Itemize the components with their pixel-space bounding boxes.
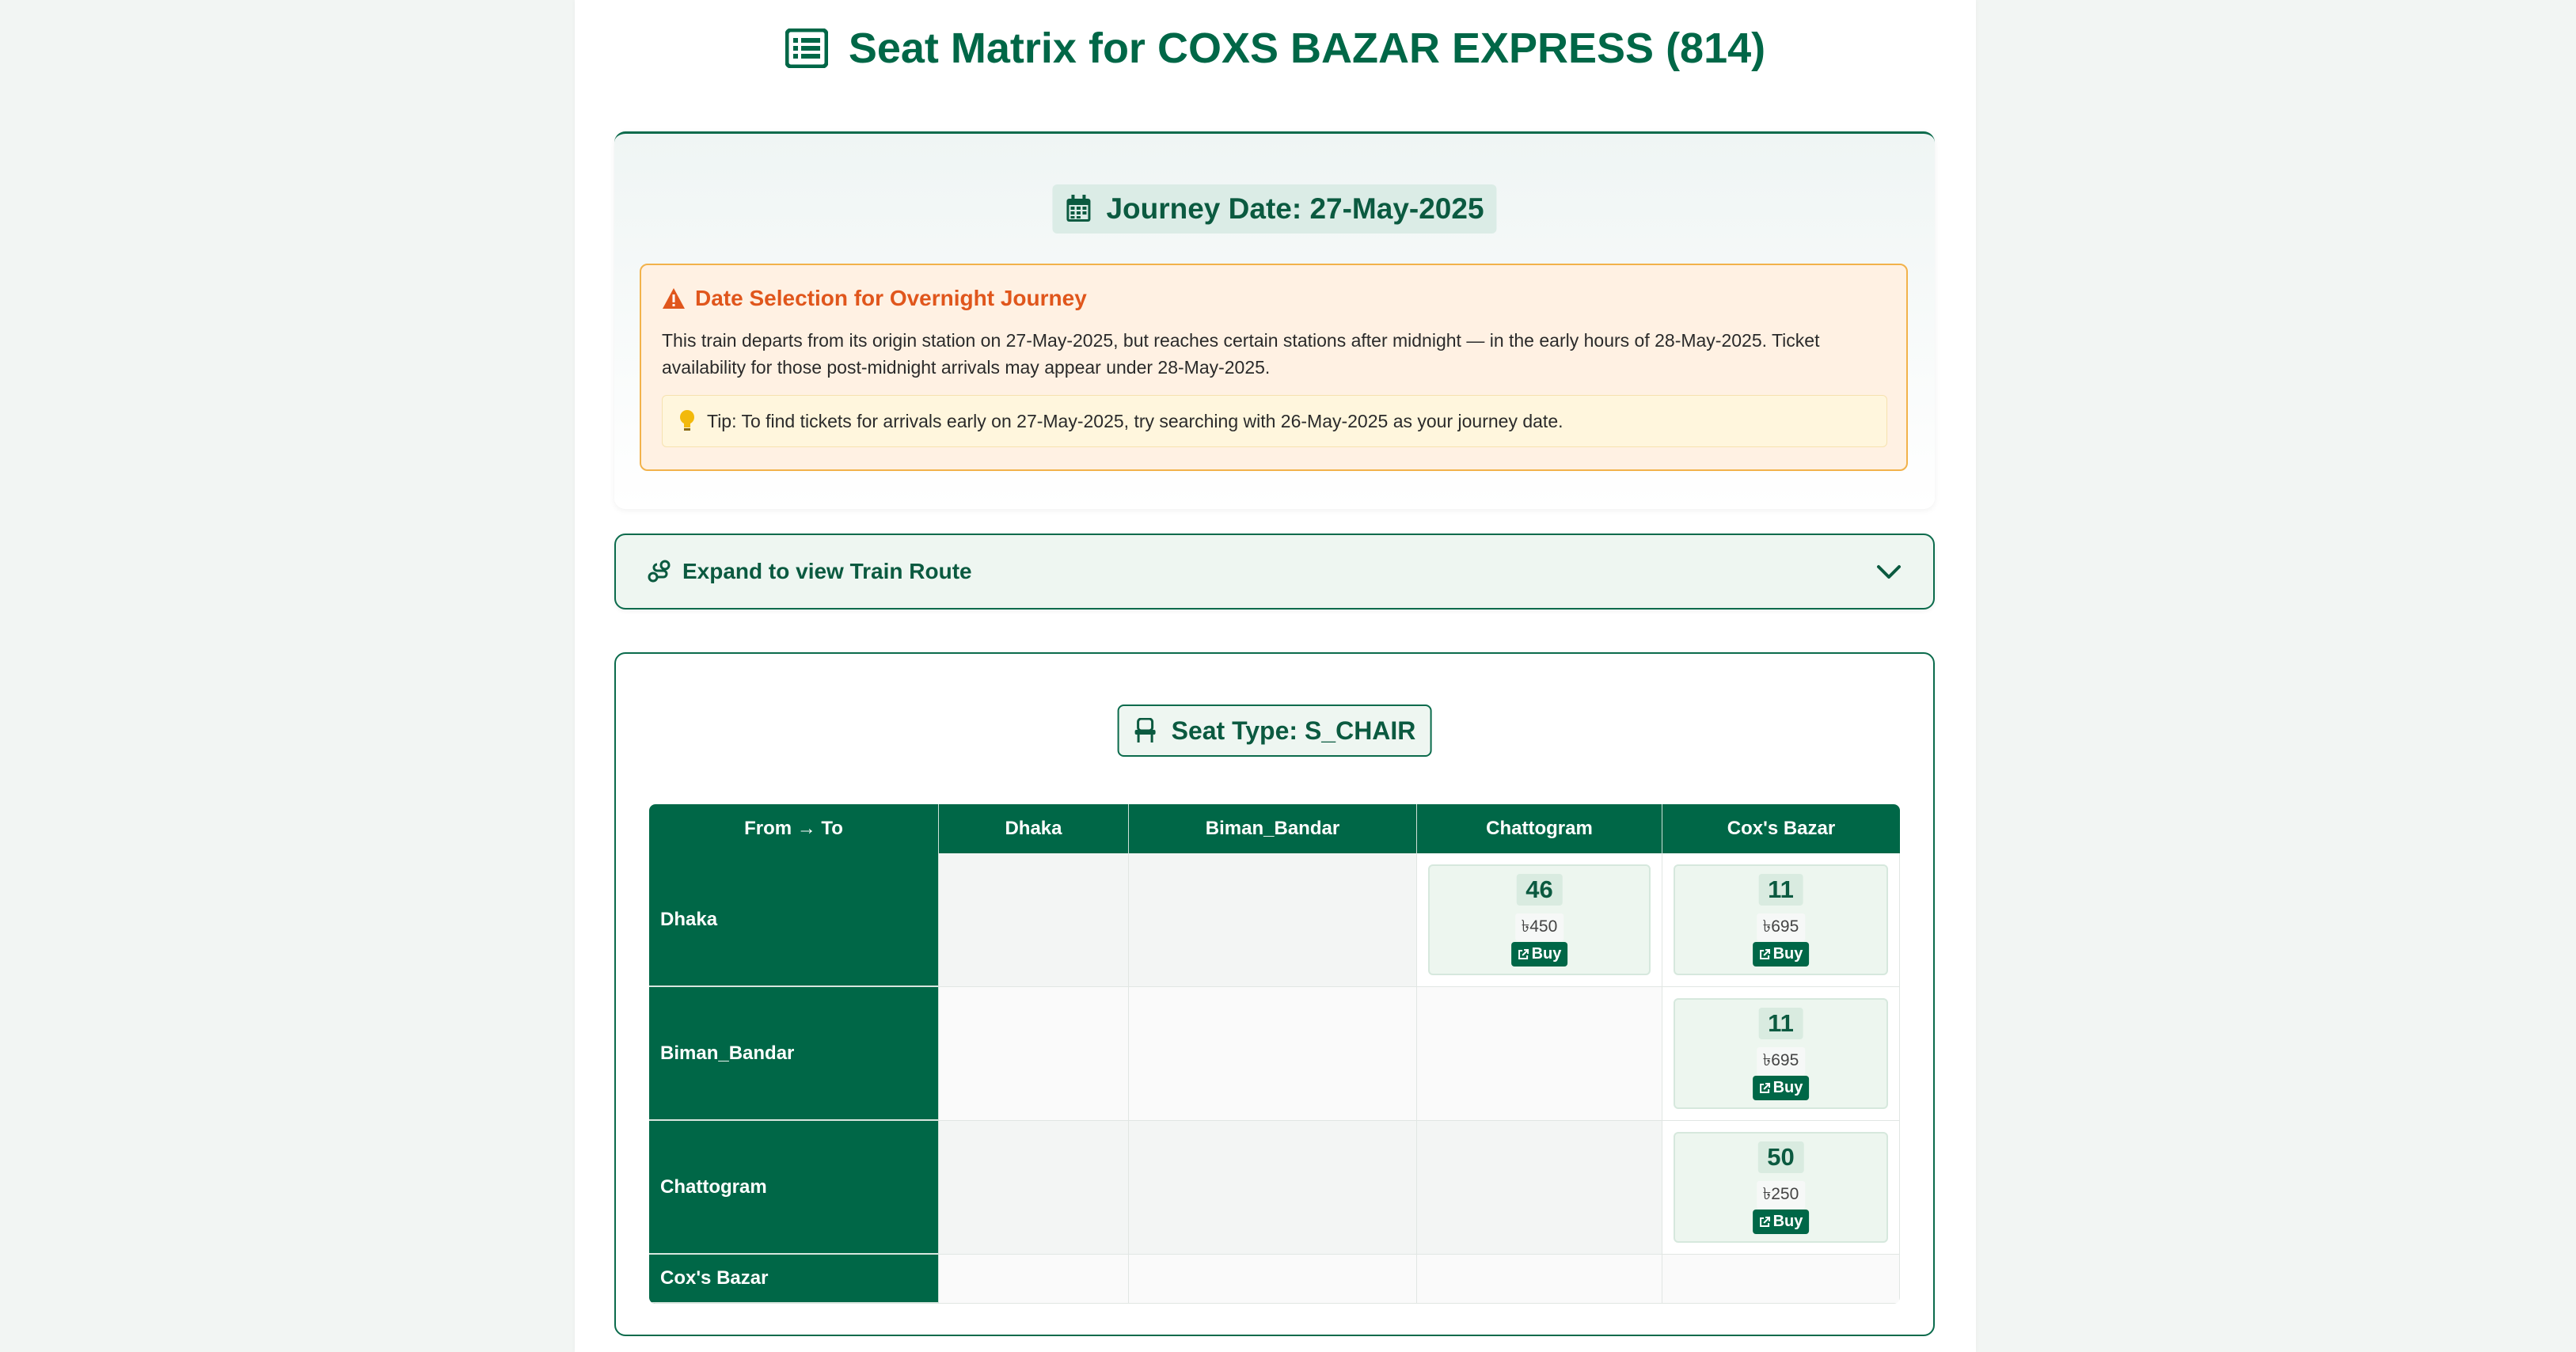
buy-button[interactable]: Buy xyxy=(1752,1076,1810,1100)
buy-label: Buy xyxy=(1531,945,1562,963)
empty-cell xyxy=(939,1121,1129,1255)
expand-route-label: Expand to view Train Route xyxy=(682,559,972,583)
seat-count: 11 xyxy=(1758,1008,1803,1039)
buy-label: Buy xyxy=(1772,1213,1803,1230)
external-link-icon xyxy=(1759,1216,1770,1227)
seat-cell-container: 50 ৳250 Buy xyxy=(1662,1121,1900,1255)
empty-cell xyxy=(1662,1255,1900,1304)
journey-date-text: Journey Date: 27-May-2025 xyxy=(1106,192,1484,225)
table-row: Biman_Bandar 11 ৳695 Buy xyxy=(649,987,1900,1121)
seat-fare: ৳695 xyxy=(1756,1047,1806,1075)
warning-triangle-icon xyxy=(663,288,685,309)
buy-button[interactable]: Buy xyxy=(1752,1210,1810,1234)
external-link-icon xyxy=(1759,1082,1770,1093)
empty-cell xyxy=(939,853,1129,987)
seat-availability-cell: 11 ৳695 Buy xyxy=(1674,864,1888,975)
empty-cell xyxy=(1129,853,1417,987)
seat-matrix-card: Seat Type: S_CHAIR From → To Dhaka Biman… xyxy=(614,652,1935,1336)
empty-cell xyxy=(1417,1121,1662,1255)
empty-cell xyxy=(1417,1255,1662,1304)
chevron-down-icon xyxy=(1877,565,1901,579)
seat-availability-cell: 46 ৳450 Buy xyxy=(1428,864,1651,975)
seat-cell-container: 46 ৳450 Buy xyxy=(1417,853,1662,987)
page-title-text: Seat Matrix for COXS BAZAR EXPRESS (814) xyxy=(848,25,1766,72)
column-header: Cox's Bazar xyxy=(1662,804,1900,853)
row-header: Dhaka xyxy=(649,853,939,987)
seat-fare: ৳695 xyxy=(1756,913,1806,941)
buy-button[interactable]: Buy xyxy=(1752,942,1810,967)
warning-title-text: Date Selection for Overnight Journey xyxy=(695,286,1087,310)
table-row: Chattogram 50 ৳250 Buy xyxy=(649,1121,1900,1255)
journey-date-badge: Journey Date: 27-May-2025 xyxy=(1052,184,1497,234)
route-icon xyxy=(648,560,671,583)
column-header: Chattogram xyxy=(1417,804,1662,853)
seat-count: 46 xyxy=(1516,874,1563,906)
table-header-row: From → To Dhaka Biman_Bandar Chattogram … xyxy=(649,804,1900,853)
warning-title: Date Selection for Overnight Journey xyxy=(662,286,1087,311)
seat-availability-cell: 50 ৳250 Buy xyxy=(1674,1132,1888,1243)
row-header: Cox's Bazar xyxy=(649,1255,939,1304)
external-link-icon xyxy=(1518,948,1529,959)
row-header: Biman_Bandar xyxy=(649,987,939,1121)
seat-cell-container: 11 ৳695 Buy xyxy=(1662,853,1900,987)
empty-cell xyxy=(939,987,1129,1121)
seat-type-badge: Seat Type: S_CHAIR xyxy=(1117,704,1432,757)
buy-label: Buy xyxy=(1772,945,1803,963)
tip-box: Tip: To find tickets for arrivals early … xyxy=(662,395,1887,447)
empty-cell xyxy=(1417,987,1662,1121)
empty-cell xyxy=(1129,1121,1417,1255)
column-header: Dhaka xyxy=(939,804,1129,853)
calendar-icon xyxy=(1066,195,1091,222)
page-title: Seat Matrix for COXS BAZAR EXPRESS (814) xyxy=(575,24,1976,73)
seat-type-text: Seat Type: S_CHAIR xyxy=(1171,716,1416,745)
empty-cell xyxy=(1129,1255,1417,1304)
column-header-from-to: From → To xyxy=(649,804,939,853)
empty-cell xyxy=(939,1255,1129,1304)
table-row: Cox's Bazar xyxy=(649,1255,1900,1304)
seat-count: 50 xyxy=(1757,1141,1804,1173)
row-header: Chattogram xyxy=(649,1121,939,1255)
seat-count: 11 xyxy=(1758,874,1803,906)
seat-matrix-table: From → To Dhaka Biman_Bandar Chattogram … xyxy=(649,804,1900,1304)
external-link-icon xyxy=(1759,948,1770,959)
tip-text: Tip: To find tickets for arrivals early … xyxy=(707,410,1563,431)
table-list-icon xyxy=(785,28,828,68)
seat-fare: ৳450 xyxy=(1514,913,1564,941)
expand-train-route-button[interactable]: Expand to view Train Route xyxy=(614,534,1935,610)
warning-text: This train departs from its origin stati… xyxy=(662,330,1820,378)
chair-icon xyxy=(1134,718,1156,742)
column-header: Biman_Bandar xyxy=(1129,804,1417,853)
lightbulb-icon xyxy=(680,410,694,431)
overnight-warning: Date Selection for Overnight Journey Thi… xyxy=(640,264,1908,471)
journey-card: Journey Date: 27-May-2025 Date Selection… xyxy=(614,131,1935,509)
table-row: Dhaka 46 ৳450 Buy 11 ৳695 Buy xyxy=(649,853,1900,987)
seat-cell-container: 11 ৳695 Buy xyxy=(1662,987,1900,1121)
seat-availability-cell: 11 ৳695 Buy xyxy=(1674,998,1888,1109)
empty-cell xyxy=(1129,987,1417,1121)
buy-button[interactable]: Buy xyxy=(1510,942,1568,967)
page-container: Seat Matrix for COXS BAZAR EXPRESS (814)… xyxy=(575,0,1976,1352)
buy-label: Buy xyxy=(1772,1079,1803,1096)
seat-fare: ৳250 xyxy=(1756,1181,1806,1209)
